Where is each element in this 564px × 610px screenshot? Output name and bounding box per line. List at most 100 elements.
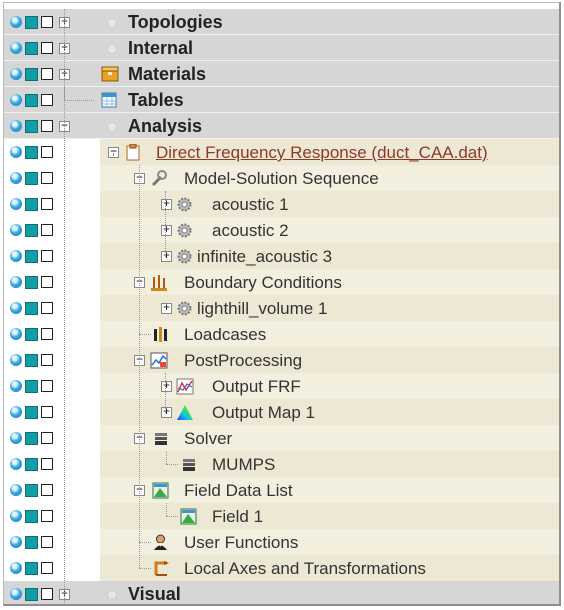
- select-checkbox[interactable]: [41, 250, 53, 262]
- visibility-icon[interactable]: [10, 406, 22, 418]
- tree-label-visual[interactable]: Visual: [128, 584, 181, 604]
- select-checkbox[interactable]: [41, 198, 53, 210]
- select-checkbox[interactable]: [41, 380, 53, 392]
- visibility-icon[interactable]: [10, 588, 22, 600]
- tree-label-boundary-conditions[interactable]: Boundary Conditions: [184, 273, 342, 293]
- select-checkbox[interactable]: [41, 68, 53, 80]
- expand-icon[interactable]: +: [161, 407, 172, 418]
- tree-label-acoustic-1[interactable]: acoustic 1: [212, 195, 289, 215]
- tree-row-model-solution-sequence[interactable]: − Model-Solution Sequence: [4, 165, 559, 191]
- visibility-icon[interactable]: [10, 536, 22, 548]
- tree-row-analysis[interactable]: − Analysis: [4, 113, 559, 139]
- select-checkbox[interactable]: [41, 354, 53, 366]
- tree-label-solver[interactable]: Solver: [184, 429, 232, 449]
- expand-icon[interactable]: +: [161, 251, 172, 262]
- tree-label-user-functions[interactable]: User Functions: [184, 533, 298, 553]
- visibility-icon[interactable]: [10, 16, 22, 28]
- tree-row-field-1[interactable]: Field 1: [4, 503, 559, 529]
- visibility-icon[interactable]: [10, 250, 22, 262]
- select-checkbox[interactable]: [41, 276, 53, 288]
- select-checkbox[interactable]: [41, 120, 53, 132]
- select-checkbox[interactable]: [41, 42, 53, 54]
- tree-row-materials[interactable]: + Materials: [4, 61, 559, 87]
- display-toggle-icon[interactable]: [25, 172, 38, 185]
- visibility-icon[interactable]: [10, 276, 22, 288]
- tree-label-infinite-acoustic-3[interactable]: infinite_acoustic 3: [197, 247, 332, 267]
- expand-icon[interactable]: +: [161, 381, 172, 392]
- tree-label-postprocessing[interactable]: PostProcessing: [184, 351, 302, 371]
- display-toggle-icon[interactable]: [25, 562, 38, 575]
- tree-row-acoustic-2[interactable]: + acoustic 2: [4, 217, 559, 243]
- tree-row-mumps[interactable]: MUMPS: [4, 451, 559, 477]
- tree-label-local-axes[interactable]: Local Axes and Transformations: [184, 559, 426, 579]
- display-toggle-icon[interactable]: [25, 484, 38, 497]
- display-toggle-icon[interactable]: [25, 406, 38, 419]
- select-checkbox[interactable]: [41, 16, 53, 28]
- display-toggle-icon[interactable]: [25, 224, 38, 237]
- tree-row-internal[interactable]: + Internal: [4, 35, 559, 61]
- visibility-icon[interactable]: [10, 198, 22, 210]
- select-checkbox[interactable]: [41, 406, 53, 418]
- select-checkbox[interactable]: [41, 302, 53, 314]
- display-toggle-icon[interactable]: [25, 328, 38, 341]
- select-checkbox[interactable]: [41, 588, 53, 600]
- tree-row-lighthill-volume-1[interactable]: + lighthill_volume 1: [4, 295, 559, 321]
- display-toggle-icon[interactable]: [25, 588, 38, 601]
- tree-label-model-solution-sequence[interactable]: Model-Solution Sequence: [184, 169, 379, 189]
- tree-label-tables[interactable]: Tables: [128, 90, 184, 111]
- tree-label-internal[interactable]: Internal: [128, 38, 193, 59]
- tree-row-field-data-list[interactable]: − Field Data List: [4, 477, 559, 503]
- tree-label-lighthill-volume-1[interactable]: lighthill_volume 1: [197, 299, 327, 319]
- select-checkbox[interactable]: [41, 94, 53, 106]
- display-toggle-icon[interactable]: [25, 302, 38, 315]
- tree-row-visual[interactable]: + Visual: [4, 581, 559, 604]
- select-checkbox[interactable]: [41, 510, 53, 522]
- display-toggle-icon[interactable]: [25, 510, 38, 523]
- display-toggle-icon[interactable]: [25, 354, 38, 367]
- display-toggle-icon[interactable]: [25, 458, 38, 471]
- display-toggle-icon[interactable]: [25, 380, 38, 393]
- display-toggle-icon[interactable]: [25, 120, 38, 133]
- tree-row-postprocessing[interactable]: − PostProcessing: [4, 347, 559, 373]
- tree-label-output-map-1[interactable]: Output Map 1: [212, 403, 315, 423]
- expand-icon[interactable]: +: [161, 199, 172, 210]
- display-toggle-icon[interactable]: [25, 42, 38, 55]
- tree-row-infinite-acoustic-3[interactable]: + infinite_acoustic 3: [4, 243, 559, 269]
- select-checkbox[interactable]: [41, 536, 53, 548]
- display-toggle-icon[interactable]: [25, 68, 38, 81]
- tree-row-output-map-1[interactable]: + Output Map 1: [4, 399, 559, 425]
- tree-row-output-frf[interactable]: + Output FRF: [4, 373, 559, 399]
- visibility-icon[interactable]: [10, 224, 22, 236]
- display-toggle-icon[interactable]: [25, 250, 38, 263]
- display-toggle-icon[interactable]: [25, 94, 38, 107]
- display-toggle-icon[interactable]: [25, 536, 38, 549]
- select-checkbox[interactable]: [41, 432, 53, 444]
- select-checkbox[interactable]: [41, 484, 53, 496]
- tree-label-direct-frequency-response[interactable]: Direct Frequency Response (duct_CAA.dat): [156, 143, 488, 163]
- tree-label-analysis[interactable]: Analysis: [128, 116, 202, 137]
- visibility-icon[interactable]: [10, 432, 22, 444]
- display-toggle-icon[interactable]: [25, 432, 38, 445]
- visibility-icon[interactable]: [10, 484, 22, 496]
- tree-label-field-data-list[interactable]: Field Data List: [184, 481, 293, 501]
- visibility-icon[interactable]: [10, 302, 22, 314]
- display-toggle-icon[interactable]: [25, 198, 38, 211]
- select-checkbox[interactable]: [41, 328, 53, 340]
- expand-icon[interactable]: +: [161, 225, 172, 236]
- tree-row-acoustic-1[interactable]: + acoustic 1: [4, 191, 559, 217]
- tree-label-loadcases[interactable]: Loadcases: [184, 325, 266, 345]
- display-toggle-icon[interactable]: [25, 16, 38, 29]
- display-toggle-icon[interactable]: [25, 276, 38, 289]
- visibility-icon[interactable]: [10, 146, 22, 158]
- select-checkbox[interactable]: [41, 562, 53, 574]
- visibility-icon[interactable]: [10, 354, 22, 366]
- visibility-icon[interactable]: [10, 172, 22, 184]
- tree-label-output-frf[interactable]: Output FRF: [212, 377, 301, 397]
- visibility-icon[interactable]: [10, 458, 22, 470]
- tree-row-loadcases[interactable]: Loadcases: [4, 321, 559, 347]
- tree-row-direct-frequency-response[interactable]: − Direct Frequency Response (duct_CAA.da…: [4, 139, 559, 165]
- tree-row-solver[interactable]: − Solver: [4, 425, 559, 451]
- tree-row-tables[interactable]: Tables: [4, 87, 559, 113]
- tree-label-field-1[interactable]: Field 1: [212, 507, 263, 527]
- select-checkbox[interactable]: [41, 172, 53, 184]
